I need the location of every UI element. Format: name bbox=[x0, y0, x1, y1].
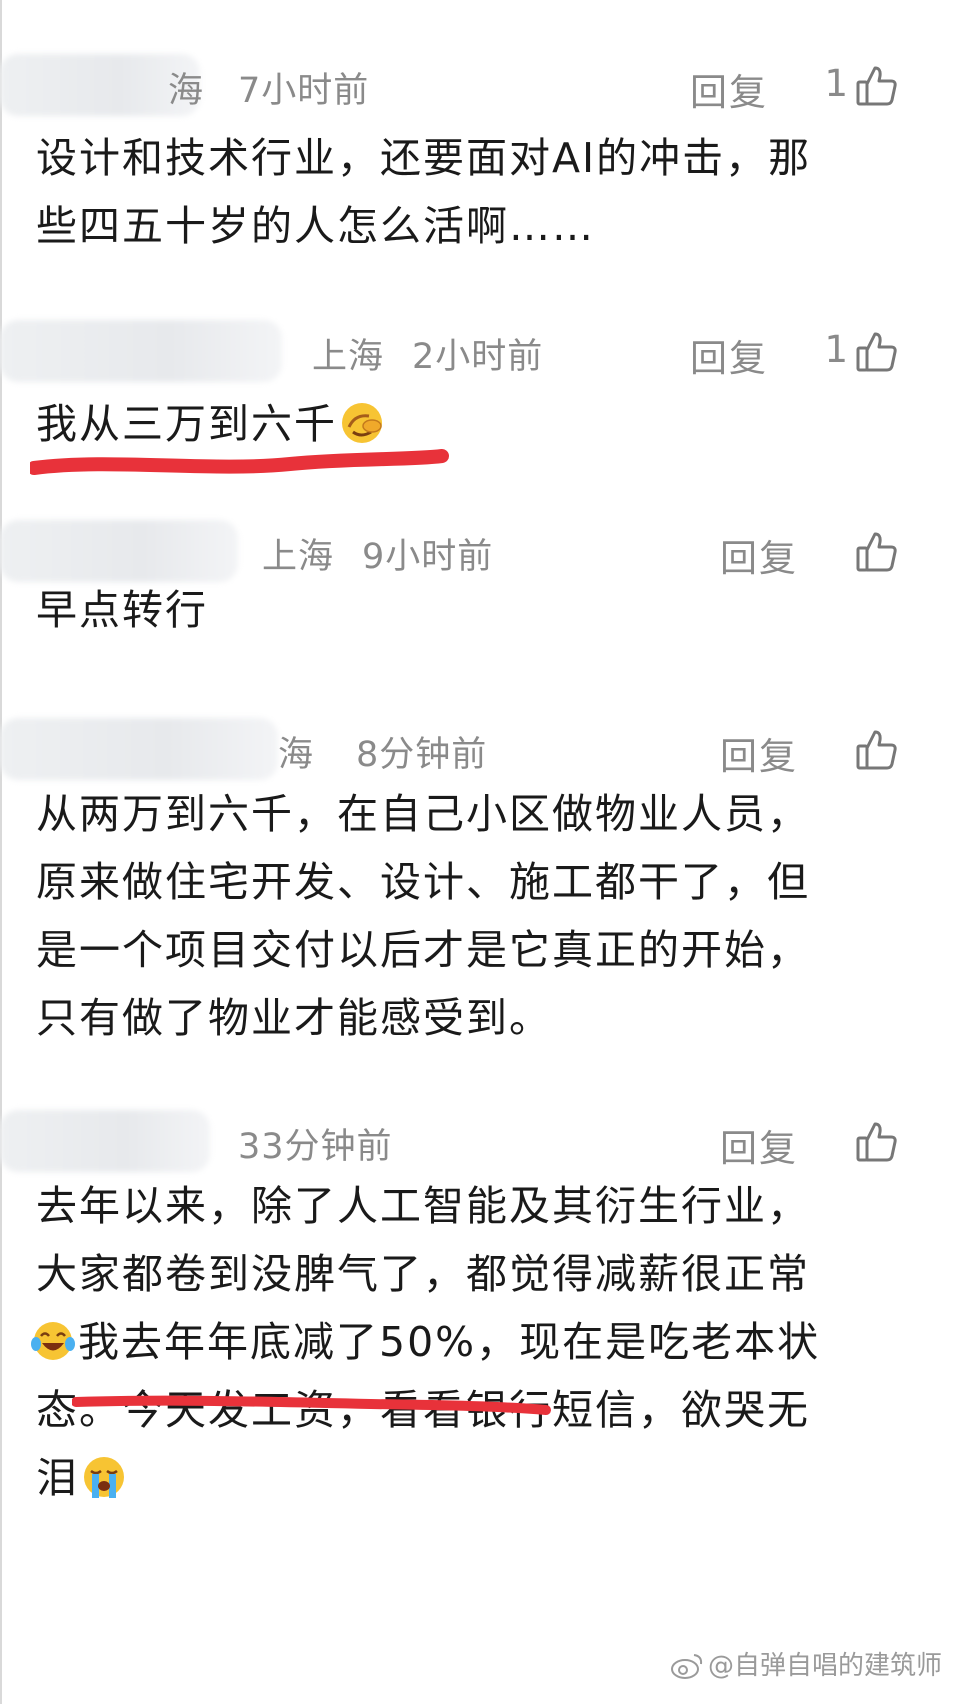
comment-text: 去年以来，除了人工智能及其衍生行业， 大家都卷到没脾气了，都觉得减薪很正常 我去… bbox=[31, 1172, 916, 1512]
comment-line: 早点转行 bbox=[36, 586, 208, 634]
comment-header: 海 7小时前 回复 1 bbox=[0, 52, 960, 122]
comment-line: 大家都卷到没脾气了，都觉得减薪很正常 bbox=[36, 1250, 810, 1298]
blurred-username bbox=[0, 1110, 210, 1172]
comment-location: 上海 bbox=[262, 537, 335, 577]
reply-button[interactable]: 回复 bbox=[720, 726, 798, 780]
blurred-username bbox=[0, 320, 282, 382]
red-underline-mark bbox=[72, 1395, 551, 1415]
comment-line: 泪 bbox=[36, 1444, 916, 1512]
comment-line: 只有做了物业才能感受到。 bbox=[36, 994, 552, 1042]
comment-time: 33分钟前 bbox=[238, 1127, 393, 1167]
weibo-logo-icon bbox=[670, 1654, 703, 1679]
tears-of-joy-emoji-icon bbox=[31, 1322, 75, 1360]
screen-edge bbox=[0, 0, 2, 1704]
comment-line: 去年以来，除了人工智能及其衍生行业， bbox=[36, 1182, 810, 1230]
comment-line: 从两万到六千，在自己小区做物业人员， bbox=[36, 790, 810, 838]
comment-header: 33分钟前 回复 bbox=[0, 1108, 960, 1178]
comment-line: 些四五十岁的人怎么活啊…… bbox=[36, 202, 595, 250]
blurred-username bbox=[0, 520, 238, 582]
comment-location: 海 bbox=[168, 71, 205, 111]
thumbs-up-icon[interactable] bbox=[854, 530, 898, 574]
comment-line-text: 我从三万到六千 bbox=[36, 400, 337, 448]
watermark-text: @自弹自唱的建筑师 bbox=[707, 1651, 942, 1681]
comment-location: 上海 bbox=[312, 337, 385, 377]
comment-time: 7小时前 bbox=[238, 71, 370, 111]
reply-button[interactable]: 回复 bbox=[720, 1118, 798, 1172]
watermark: @自弹自唱的建筑师 bbox=[670, 1645, 942, 1682]
facepalm-emoji-icon bbox=[342, 403, 382, 443]
blurred-username bbox=[0, 718, 278, 780]
comment-time: 8分钟前 bbox=[356, 735, 488, 775]
reply-button[interactable]: 回复 bbox=[690, 62, 768, 116]
reply-button[interactable]: 回复 bbox=[720, 528, 798, 582]
reply-button[interactable]: 回复 bbox=[690, 328, 768, 382]
comment-line: 原来做住宅开发、设计、施工都干了，但 bbox=[36, 858, 810, 906]
like-count: 1 bbox=[824, 62, 848, 105]
comment-line: 设计和技术行业，还要面对AI的冲击，那 bbox=[36, 134, 812, 182]
comment-line: 是一个项目交付以后才是它真正的开始， bbox=[36, 926, 810, 974]
comment-text: 从两万到六千，在自己小区做物业人员， 原来做住宅开发、设计、施工都干了，但 是一… bbox=[36, 780, 916, 1052]
comment-header: 上海 2小时前 回复 1 bbox=[0, 318, 960, 388]
thumbs-up-icon[interactable] bbox=[854, 330, 898, 374]
loudly-crying-emoji-icon bbox=[84, 1457, 124, 1498]
comment-time: 9小时前 bbox=[362, 537, 494, 577]
comment-header: 海 8分钟前 回复 bbox=[0, 716, 960, 786]
red-underline-mark bbox=[30, 449, 449, 475]
comment-time: 2小时前 bbox=[412, 337, 544, 377]
comment-text: 早点转行 bbox=[36, 576, 916, 644]
comment-line: 我去年年底减了50%，现在是吃老本状 bbox=[31, 1308, 916, 1376]
thumbs-up-icon[interactable] bbox=[854, 64, 898, 108]
thumbs-up-icon[interactable] bbox=[854, 728, 898, 772]
comment-line-text: 泪 bbox=[36, 1454, 79, 1502]
like-count: 1 bbox=[824, 328, 848, 371]
comment-text: 设计和技术行业，还要面对AI的冲击，那 些四五十岁的人怎么活啊…… bbox=[36, 124, 916, 260]
thumbs-up-icon[interactable] bbox=[854, 1120, 898, 1164]
comment-line-text: 我去年年底减了50%，现在是吃老本状 bbox=[78, 1318, 821, 1366]
comment-location: 海 bbox=[278, 735, 315, 775]
